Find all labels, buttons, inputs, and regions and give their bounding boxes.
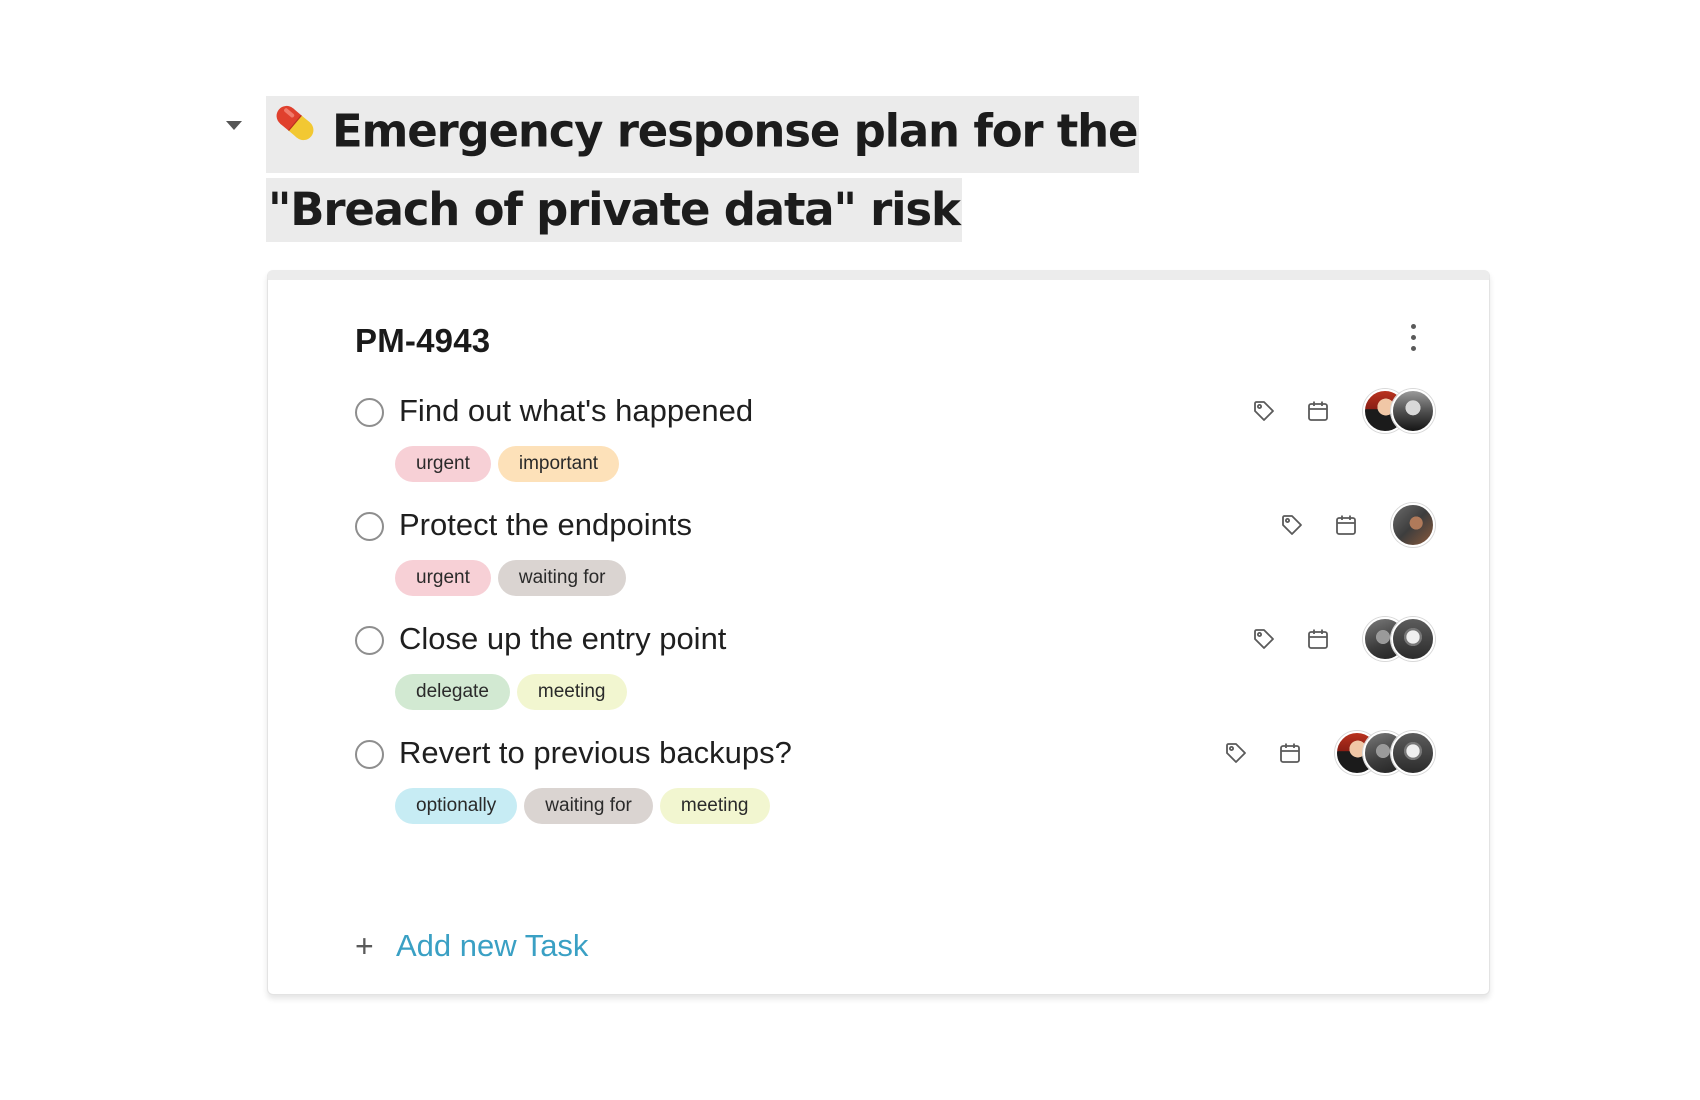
title-line-2: "Breach of private data" risk <box>266 178 962 242</box>
task-title[interactable]: Find out what's happened <box>399 393 753 429</box>
tag-badge[interactable]: meeting <box>659 788 770 824</box>
tag-badge[interactable]: delegate <box>395 674 510 710</box>
task-checkbox[interactable] <box>355 398 384 427</box>
more-vertical-icon[interactable] <box>1403 324 1423 356</box>
add-new-task-label: Add new Task <box>396 928 589 963</box>
avatar[interactable] <box>1391 503 1435 547</box>
tag-icon[interactable] <box>1251 626 1277 652</box>
task-row: Find out what's happened urgent important <box>355 386 1435 496</box>
task-tags: urgent important <box>395 446 620 482</box>
task-list-card: PM-4943 Find out what's happened urgent im… <box>267 270 1490 995</box>
tag-badge[interactable]: meeting <box>516 674 627 710</box>
page-title: Emergency response plan for the "Breach … <box>266 96 1266 242</box>
task-title[interactable]: Protect the endpoints <box>399 507 692 543</box>
plus-icon: + <box>355 928 374 964</box>
avatar[interactable] <box>1391 389 1435 433</box>
title-line-1: Emergency response plan for the <box>266 96 1140 173</box>
assignee-avatars <box>1363 617 1435 661</box>
add-new-task-button[interactable]: + Add new Task <box>355 928 588 964</box>
task-tags: optionally waiting for meeting <box>395 788 770 824</box>
calendar-icon[interactable] <box>1305 626 1331 652</box>
task-checkbox[interactable] <box>355 626 384 655</box>
task-title[interactable]: Revert to previous backups? <box>399 735 792 771</box>
task-checkbox[interactable] <box>355 740 384 769</box>
task-actions <box>1223 731 1435 775</box>
card-id: PM-4943 <box>355 322 491 359</box>
tag-badge[interactable]: important <box>497 446 620 482</box>
tag-badge[interactable]: urgent <box>395 446 491 482</box>
task-tags: urgent waiting for <box>395 560 627 596</box>
task-actions <box>1279 503 1435 547</box>
pill-icon <box>268 96 322 167</box>
calendar-icon[interactable] <box>1305 398 1331 424</box>
task-row: Close up the entry point delegate meeting <box>355 614 1435 724</box>
assignee-avatars <box>1391 503 1435 547</box>
assignee-avatars <box>1363 389 1435 433</box>
task-checkbox[interactable] <box>355 512 384 541</box>
tag-icon[interactable] <box>1223 740 1249 766</box>
collapse-toggle-icon[interactable] <box>226 121 242 130</box>
tag-badge[interactable]: urgent <box>395 560 491 596</box>
tag-badge[interactable]: optionally <box>395 788 518 824</box>
task-actions <box>1251 617 1435 661</box>
calendar-icon[interactable] <box>1277 740 1303 766</box>
tag-icon[interactable] <box>1279 512 1305 538</box>
task-row: Protect the endpoints urgent waiting for <box>355 500 1435 610</box>
tag-badge[interactable]: waiting for <box>497 560 627 596</box>
task-row: Revert to previous backups? optionally wai… <box>355 728 1435 838</box>
avatar[interactable] <box>1391 617 1435 661</box>
calendar-icon[interactable] <box>1333 512 1359 538</box>
task-tags: delegate meeting <box>395 674 627 710</box>
tag-badge[interactable]: waiting for <box>524 788 653 824</box>
tag-icon[interactable] <box>1251 398 1277 424</box>
title-line-1-text: Emergency response plan for the <box>332 104 1139 158</box>
task-title[interactable]: Close up the entry point <box>399 621 726 657</box>
task-actions <box>1251 389 1435 433</box>
avatar[interactable] <box>1391 731 1435 775</box>
page: Emergency response plan for the "Breach … <box>0 0 1700 1100</box>
assignee-avatars <box>1335 731 1435 775</box>
